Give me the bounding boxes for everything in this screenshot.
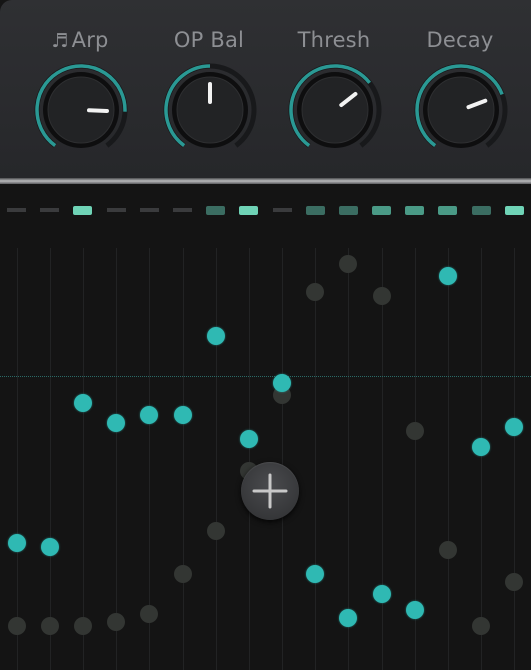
step-toggle[interactable] <box>505 206 524 215</box>
ghost-step-dot <box>372 286 391 305</box>
ghost-step-dot <box>140 605 159 624</box>
step-value-dot[interactable] <box>472 438 491 456</box>
step-value-dot[interactable] <box>140 406 159 425</box>
center-guide-line <box>0 376 531 377</box>
step-column-line <box>116 248 117 670</box>
step-column-line <box>17 248 18 670</box>
decay-knob-unit[interactable]: Decay <box>405 22 515 162</box>
step-value-dot[interactable] <box>372 585 391 604</box>
step-column-line <box>315 248 316 670</box>
step-toggle[interactable] <box>40 208 59 212</box>
step-toggle[interactable] <box>7 208 26 212</box>
step-toggle[interactable] <box>239 206 258 215</box>
knob-dial[interactable] <box>413 62 509 158</box>
step-column-line <box>249 248 250 670</box>
step-value-dot[interactable] <box>405 601 424 620</box>
step-toggle[interactable] <box>372 206 391 215</box>
ghost-step-dot <box>472 617 491 636</box>
knob-dial[interactable] <box>287 62 383 158</box>
step-column-line <box>514 248 515 670</box>
step-value-dot[interactable] <box>306 565 325 584</box>
arp-knob-label: ♬ Arp <box>51 28 109 52</box>
step-column-line <box>481 248 482 670</box>
step-toggle[interactable] <box>107 208 126 212</box>
step-sequencer[interactable] <box>0 184 531 670</box>
step-column-line <box>448 248 449 670</box>
step-value-dot[interactable] <box>107 414 126 433</box>
ghost-step-dot <box>173 565 192 584</box>
step-column-line <box>216 248 217 670</box>
step-value-dot[interactable] <box>206 326 225 345</box>
step-column-line <box>50 248 51 670</box>
ghost-step-dot <box>40 617 59 636</box>
step-column-line <box>282 248 283 670</box>
thresh-knob-unit[interactable]: Thresh <box>279 22 389 162</box>
step-toggle[interactable] <box>405 206 424 215</box>
op-bal-knob-label: OP Bal <box>173 28 245 52</box>
thresh-knob-label: Thresh <box>297 28 371 52</box>
step-toggle[interactable] <box>306 206 325 215</box>
ghost-step-dot <box>73 617 92 636</box>
step-toggle[interactable] <box>173 208 192 212</box>
step-value-dot[interactable] <box>7 533 26 552</box>
step-toggle[interactable] <box>438 206 457 215</box>
ghost-step-dot <box>405 422 424 441</box>
step-toggle[interactable] <box>472 206 491 215</box>
decay-knob-label: Decay <box>426 28 494 52</box>
arp-knob-unit[interactable]: ♬ Arp <box>25 22 135 162</box>
ghost-step-dot <box>107 613 126 632</box>
ghost-step-dot <box>505 573 524 592</box>
add-button[interactable] <box>241 462 299 520</box>
ghost-step-dot <box>306 282 325 301</box>
op-bal-knob-unit[interactable]: OP Bal <box>154 22 264 162</box>
step-value-dot[interactable] <box>505 418 524 437</box>
knob-panel: ♬ Arp OP Bal Thresh Decay <box>0 0 531 178</box>
ghost-step-dot <box>206 521 225 540</box>
step-toggle[interactable] <box>140 208 159 212</box>
step-column-line <box>382 248 383 670</box>
plus-icon <box>252 473 288 509</box>
knob-dial[interactable] <box>33 62 129 158</box>
ghost-step-dot <box>7 617 26 636</box>
step-value-dot[interactable] <box>40 537 59 556</box>
ghost-step-dot <box>339 254 358 273</box>
step-value-dot[interactable] <box>239 430 258 449</box>
music-note-icon: ♬ <box>51 30 69 52</box>
step-value-dot[interactable] <box>73 394 92 413</box>
step-value-dot[interactable] <box>173 406 192 425</box>
ghost-step-dot <box>439 541 458 560</box>
step-value-dot[interactable] <box>339 609 358 628</box>
knob-dial[interactable] <box>162 62 258 158</box>
step-toggle[interactable] <box>273 208 292 212</box>
step-column-line <box>183 248 184 670</box>
step-toggle[interactable] <box>339 206 358 215</box>
step-toggle[interactable] <box>206 206 225 215</box>
step-column-line <box>83 248 84 670</box>
step-value-dot[interactable] <box>439 266 458 285</box>
step-column-line <box>348 248 349 670</box>
step-toggle[interactable] <box>73 206 92 215</box>
